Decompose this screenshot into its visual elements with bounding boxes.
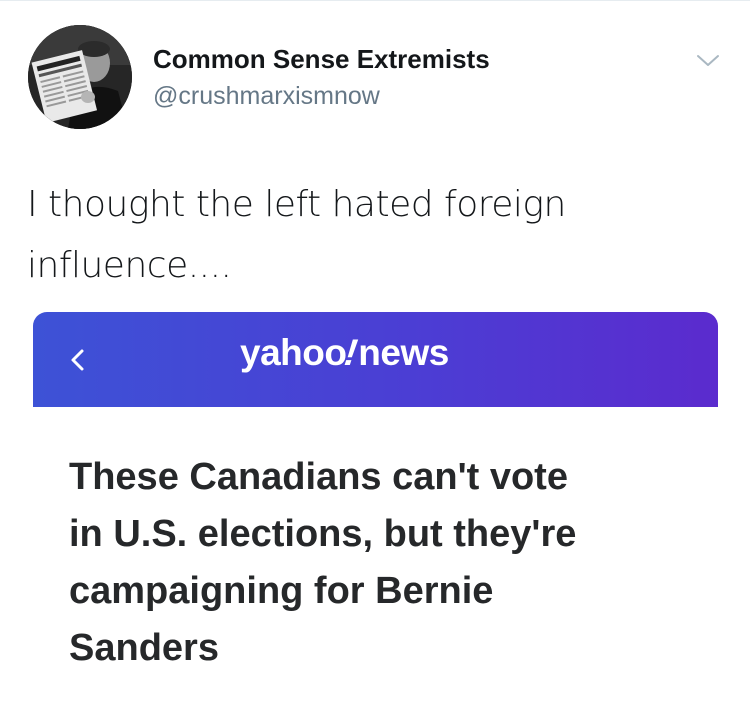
headline-line: campaigning for Bernie [69, 570, 494, 612]
headline-line: in U.S. elections, but they're [69, 513, 577, 555]
chevron-left-icon[interactable] [67, 346, 87, 374]
card-header: yahoo!news [33, 312, 718, 407]
brand-suffix: news [358, 332, 449, 373]
link-card[interactable]: yahoo!news These Canadians can't vote in… [33, 312, 718, 724]
display-name[interactable]: Common Sense Extremists [153, 44, 490, 75]
yahoo-news-logo: yahoo!news [240, 332, 449, 374]
tweet-text-line: I thought the left hated foreign [27, 184, 566, 225]
avatar[interactable] [28, 25, 132, 129]
brand-name: yahoo [240, 332, 347, 373]
headline-line: Sanders [69, 627, 219, 669]
chevron-down-icon[interactable] [694, 50, 722, 70]
tweet-text-line: influence.... [27, 245, 232, 286]
avatar-photo [28, 25, 132, 129]
article-headline[interactable]: These Canadians can't vote in U.S. elect… [69, 449, 699, 677]
tweet-text: I thought the left hated foreign influen… [27, 174, 717, 296]
user-handle[interactable]: @crushmarxismnow [153, 82, 380, 111]
top-divider [0, 0, 750, 1]
headline-line: These Canadians can't vote [69, 456, 568, 498]
